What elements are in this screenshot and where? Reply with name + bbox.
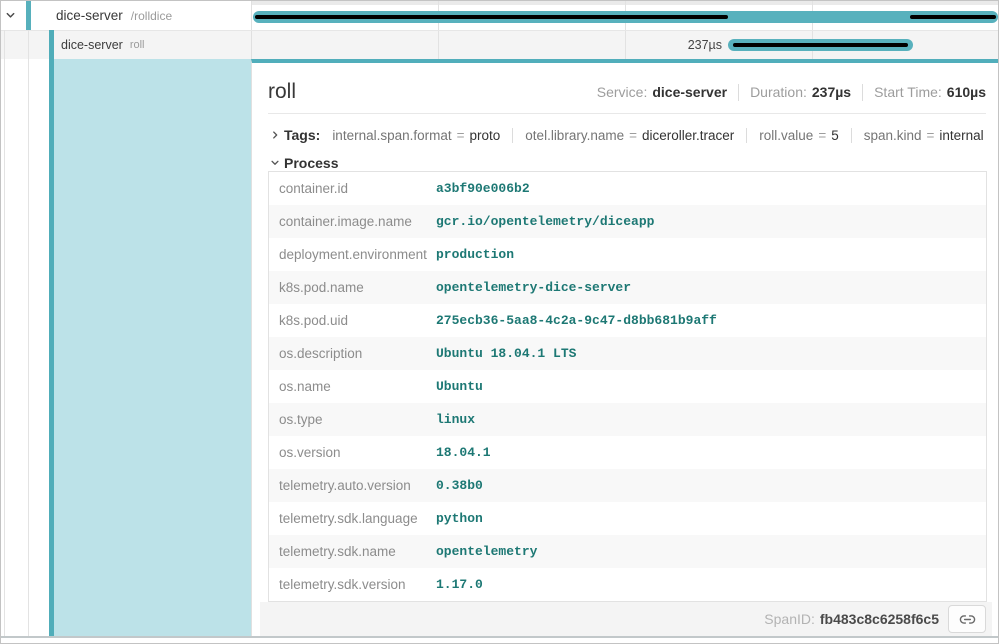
chevron-down-icon <box>268 158 282 168</box>
bottom-divider <box>1 636 999 638</box>
span-self-time-stripe <box>255 15 728 19</box>
table-row: deployment.environmentproduction <box>269 238 986 271</box>
tags-section-toggle[interactable]: Tags: internal.span.format = proto otel.… <box>268 123 986 147</box>
tag-item: otel.library.name = diceroller.tracer <box>512 128 734 143</box>
table-row: telemetry.sdk.languagepython <box>269 502 986 535</box>
span-id-label: SpanID: <box>764 611 815 627</box>
table-row: container.image.namegcr.io/opentelemetry… <box>269 205 986 238</box>
table-row: os.version18.04.1 <box>269 436 986 469</box>
process-section-toggle[interactable]: Process <box>268 153 338 173</box>
service-name: dice-server <box>56 8 123 23</box>
span-title: roll <box>268 80 296 104</box>
span-detail-header: roll Service: dice-server Duration: 237µ… <box>268 77 986 107</box>
span-self-time-stripe <box>733 43 908 47</box>
operation-name: /rolldice <box>131 9 172 23</box>
process-key-value-table: container.ida3bf90e006b2 container.image… <box>268 171 987 602</box>
table-row: container.ida3bf90e006b2 <box>269 172 986 205</box>
table-row: os.typelinux <box>269 403 986 436</box>
process-label: Process <box>284 155 338 171</box>
span-bar-rolldice[interactable] <box>253 11 998 23</box>
span-detail-panel: roll Service: dice-server Duration: 237µ… <box>251 59 999 636</box>
tag-item: span.kind = internal <box>851 128 984 143</box>
chevron-down-icon[interactable] <box>1 10 19 21</box>
span-color-bar <box>26 1 31 30</box>
table-row: os.descriptionUbuntu 18.04.1 LTS <box>269 337 986 370</box>
tree-indent-guide <box>4 30 5 636</box>
header-divider <box>268 113 986 114</box>
duration-value: 237µs <box>812 84 851 100</box>
table-row: k8s.pod.uid275ecb36-5aa8-4c2a-9c47-d8bb6… <box>269 304 986 337</box>
start-time-label: Start Time: <box>874 84 942 100</box>
link-icon <box>959 611 976 628</box>
selected-span-highlight <box>54 59 251 636</box>
service-name: dice-server <box>61 38 123 52</box>
table-row: telemetry.sdk.version1.17.0 <box>269 568 986 601</box>
table-row: telemetry.auto.version0.38b0 <box>269 469 986 502</box>
span-duration-label: 237µs <box>622 38 722 52</box>
operation-name: roll <box>130 39 145 51</box>
tree-indent-guide <box>28 30 29 636</box>
meta-separator <box>862 84 863 101</box>
service-value: dice-server <box>652 84 727 100</box>
tag-item: roll.value = 5 <box>746 128 838 143</box>
jaeger-trace-detail-view: dice-server /rolldice dice-server roll 2… <box>0 0 999 644</box>
span-id-value: fb483c8c6258f6c5 <box>820 611 939 627</box>
span-self-time-stripe <box>910 15 996 19</box>
service-label: Service: <box>597 84 648 100</box>
duration-label: Duration: <box>750 84 807 100</box>
copy-span-link-button[interactable] <box>948 605 986 633</box>
tags-label: Tags: <box>284 127 320 143</box>
chevron-right-icon <box>268 130 282 140</box>
meta-separator <box>738 84 739 101</box>
span-detail-footer: SpanID: fb483c8c6258f6c5 <box>260 602 992 636</box>
table-row: k8s.pod.nameopentelemetry-dice-server <box>269 271 986 304</box>
span-bar-roll[interactable] <box>728 39 913 51</box>
span-row-roll[interactable]: dice-server roll <box>1 31 251 59</box>
table-row: os.nameUbuntu <box>269 370 986 403</box>
tag-list: internal.span.format = proto otel.librar… <box>332 128 983 143</box>
tag-item: internal.span.format = proto <box>332 128 500 143</box>
start-time-value: 610µs <box>947 84 986 100</box>
span-row-rolldice[interactable]: dice-server /rolldice <box>1 1 251 30</box>
span-meta: Service: dice-server Duration: 237µs Sta… <box>597 84 986 101</box>
table-row: telemetry.sdk.nameopentelemetry <box>269 535 986 568</box>
